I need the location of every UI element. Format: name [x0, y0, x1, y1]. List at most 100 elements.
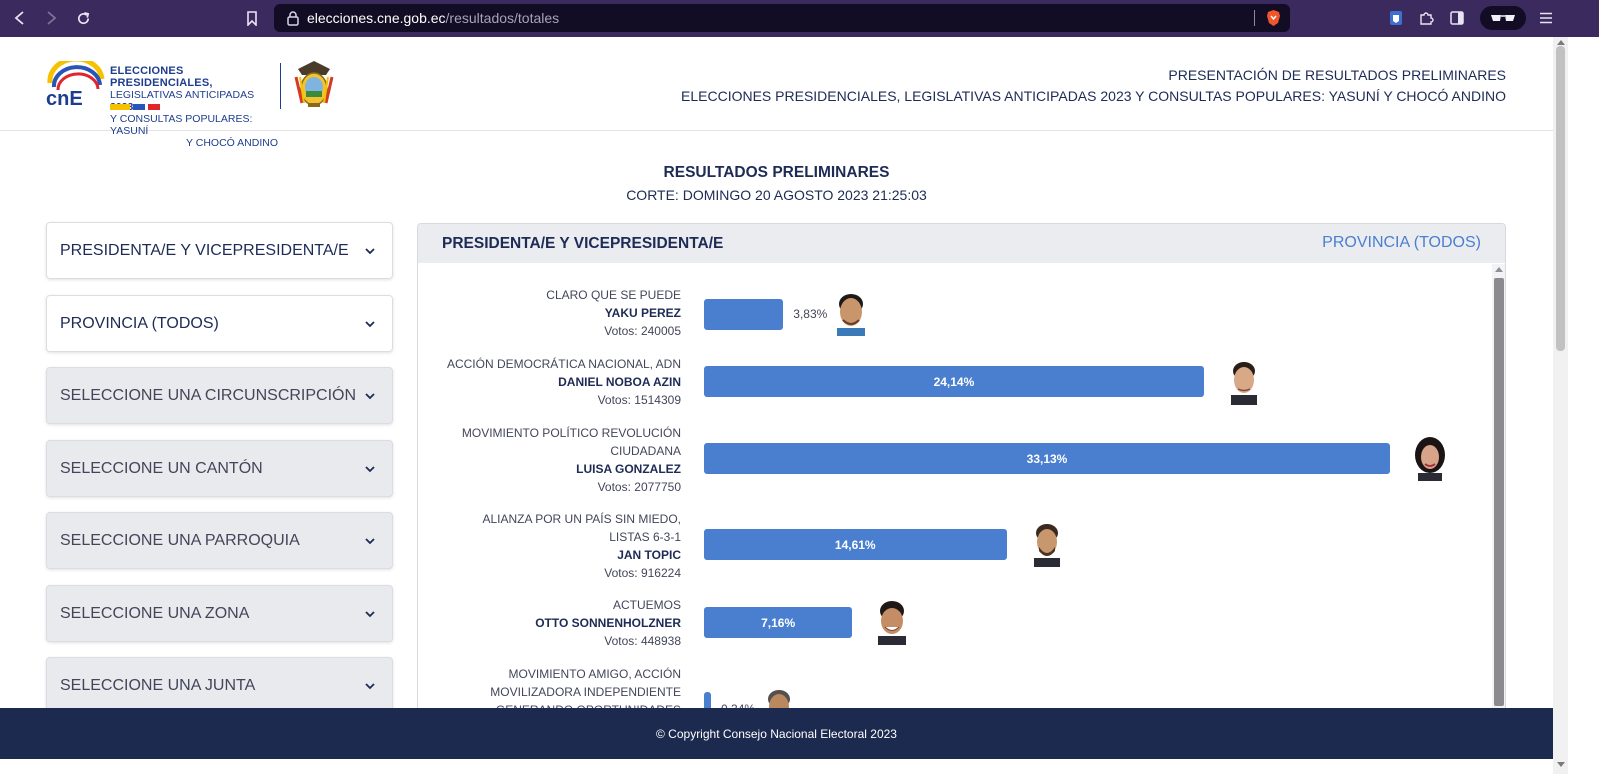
candidate-party: ACTUEMOS — [612, 598, 681, 612]
candidate-votes: Votos: 240005 — [604, 324, 681, 338]
sidebar-icon[interactable] — [1447, 8, 1467, 28]
results-panel-title: PRESIDENTA/E Y VICEPRESIDENTA/E — [442, 235, 724, 252]
lock-icon — [287, 11, 299, 26]
candidate-info: ACTUEMOS OTTO SONNENHOLZNER Votos: 44893… — [442, 596, 681, 650]
page-title: RESULTADOS PRELIMINARES — [663, 164, 890, 181]
result-bar[interactable]: 24,14% — [704, 366, 1204, 397]
candidate-party: ACCIÓN DEMOCRÁTICA NACIONAL, ADN — [446, 357, 681, 371]
logo-line2-text: LEGISLATIVAS ANTICIPADAS — [110, 89, 255, 101]
bar-percent: 33,13% — [1026, 451, 1068, 466]
puzzle-icon[interactable] — [1416, 8, 1436, 28]
url-domain: elecciones.cne.gob.ec — [307, 10, 446, 26]
svg-text:cnE: cnE — [46, 88, 83, 110]
candidate-party: MOVIMIENTO POLÍTICO REVOLUCIÓN CIUDADANA — [461, 426, 681, 458]
candidate-name: DANIEL NOBOA AZIN — [558, 375, 681, 389]
bar-percent: 14,61% — [834, 537, 876, 552]
site-header: cnE ELECCIONES PRESIDENCIALES, LEGISLATI… — [0, 37, 1553, 149]
logo-divider — [280, 63, 281, 109]
select-label: PROVINCIA (TODOS) — [60, 314, 219, 332]
site-footer: © Copyright Consejo Nacional Electoral 2… — [0, 708, 1553, 759]
bookmark-icon[interactable] — [241, 7, 263, 29]
candidate-photo — [837, 294, 866, 336]
brave-shield-icon[interactable] — [1265, 9, 1282, 27]
scroll-up-arrow-icon[interactable] — [1495, 267, 1503, 272]
select-label: SELECCIONE UNA ZONA — [60, 604, 250, 622]
select-label: SELECCIONE UNA CIRCUNSCRIPCIÓN — [60, 386, 357, 404]
address-bar[interactable]: elecciones.cne.gob.ec/resultados/totales — [274, 4, 1290, 32]
candidate-photo — [1033, 524, 1060, 567]
result-bar[interactable]: 33,13% — [704, 443, 1390, 474]
candidate-photo — [878, 601, 907, 645]
candidate-name: OTTO SONNENHOLZNER — [535, 616, 681, 630]
chevron-down-icon — [365, 321, 375, 328]
candidate-name: LUISA GONZALEZ — [576, 462, 681, 476]
candidate-name: JAN TOPIC — [617, 548, 681, 562]
logo-line3: Y CONSULTAS POPULARES: YASUNÍ — [110, 113, 253, 137]
cne-logo[interactable]: cnE — [44, 61, 106, 111]
panel-scroll-thumb[interactable] — [1494, 278, 1504, 706]
select-label: SELECCIONE UNA PARROQUIA — [60, 531, 300, 549]
results-panel-filter: PROVINCIA (TODOS) — [1322, 234, 1481, 251]
ecuador-coat-of-arms — [294, 61, 334, 107]
select-parroquia[interactable]: SELECCIONE UNA PARROQUIA — [46, 512, 393, 569]
chevron-down-icon — [365, 466, 375, 473]
candidate-votes: Votos: 2077750 — [597, 480, 681, 494]
page-scroll-down-icon[interactable] — [1557, 762, 1565, 767]
footer-copyright: © Copyright Consejo Nacional Electoral 2… — [656, 726, 897, 741]
select-label: SELECCIONE UN CANTÓN — [60, 459, 263, 477]
forward-icon[interactable] — [40, 7, 62, 29]
menu-icon[interactable] — [1536, 8, 1556, 28]
result-percent: 3,83% — [793, 307, 828, 321]
bottom-strip — [0, 759, 1553, 774]
url-text: elecciones.cne.gob.ec/resultados/totales — [307, 10, 559, 26]
logo-color-stripes — [110, 104, 160, 110]
url-path: /resultados/totales — [445, 10, 560, 26]
header-line2: ELECCIONES PRESIDENCIALES, LEGISLATIVAS … — [681, 88, 1506, 104]
chevron-down-icon — [365, 683, 375, 690]
candidate-photo — [1415, 437, 1445, 481]
reload-icon[interactable] — [72, 7, 94, 29]
select-circunscripcion[interactable]: SELECCIONE UNA CIRCUNSCRIPCIÓN — [46, 367, 393, 424]
candidate-info: MOVIMIENTO POLÍTICO REVOLUCIÓN CIUDADANA… — [442, 424, 681, 496]
select-zona[interactable]: SELECCIONE UNA ZONA — [46, 585, 393, 642]
header-subtitle: PRESENTACIÓN DE RESULTADOS PRELIMINARES … — [681, 65, 1506, 107]
select-label: PRESIDENTA/E Y VICEPRESIDENTA/E — [60, 241, 349, 259]
results-panel: PRESIDENTA/E Y VICEPRESIDENTA/E PROVINCI… — [417, 223, 1506, 713]
browser-toolbar: elecciones.cne.gob.ec/resultados/totales — [0, 0, 1599, 37]
header-line1: PRESENTACIÓN DE RESULTADOS PRELIMINARES — [1168, 67, 1506, 83]
page-scroll-thumb[interactable] — [1556, 46, 1565, 351]
candidate-info: ACCIÓN DEMOCRÁTICA NACIONAL, ADN DANIEL … — [442, 355, 681, 409]
candidate-party: CLARO QUE SE PUEDE — [546, 288, 681, 302]
result-bar[interactable]: 7,16% — [704, 607, 853, 638]
candidate-name: YAKU PEREZ — [604, 306, 681, 320]
chevron-down-icon — [365, 538, 375, 545]
candidate-info: ALIANZA POR UN PAÍS SIN MIEDO, LISTAS 6-… — [442, 510, 682, 582]
result-bar[interactable] — [704, 299, 784, 330]
cut-timestamp: CORTE: DOMINGO 20 AGOSTO 2023 21:25:03 — [626, 187, 927, 203]
back-icon[interactable] — [9, 7, 31, 29]
url-separator — [1254, 10, 1255, 26]
select-junta[interactable]: SELECCIONE UNA JUNTA — [46, 657, 393, 714]
select-dignidad[interactable]: PRESIDENTA/E Y VICEPRESIDENTA/E — [46, 222, 393, 279]
extension-wallet-icon[interactable] — [1386, 8, 1406, 28]
candidate-info: MOVIMIENTO AMIGO, ACCIÓN MOVILIZADORA IN… — [442, 665, 681, 712]
logo-line1: ELECCIONES PRESIDENCIALES, — [110, 65, 213, 89]
vpn-glasses-icon[interactable] — [1480, 6, 1526, 30]
candidate-votes: Votos: 448938 — [604, 634, 681, 648]
bar-percent: 24,14% — [933, 374, 975, 389]
candidate-info: CLARO QUE SE PUEDE YAKU PEREZ Votos: 240… — [442, 286, 681, 340]
candidate-photo — [1230, 362, 1257, 405]
page-scroll-up-icon[interactable] — [1557, 40, 1565, 45]
candidate-party: ALIANZA POR UN PAÍS SIN MIEDO, LISTAS 6-… — [482, 512, 682, 544]
results-panel-header: PRESIDENTA/E Y VICEPRESIDENTA/E PROVINCI… — [418, 224, 1505, 263]
logo-line4: Y CHOCÓ ANDINO — [186, 137, 278, 149]
result-bar[interactable]: 14,61% — [704, 529, 1007, 560]
select-canton[interactable]: SELECCIONE UN CANTÓN — [46, 440, 393, 497]
chevron-down-icon — [365, 611, 375, 618]
chevron-down-icon — [365, 248, 375, 255]
select-provincia[interactable]: PROVINCIA (TODOS) — [46, 295, 393, 352]
bar-percent: 7,16% — [761, 615, 796, 630]
candidate-votes: Votos: 916224 — [604, 566, 681, 580]
select-label: SELECCIONE UNA JUNTA — [60, 676, 256, 694]
candidate-party: MOVIMIENTO AMIGO, ACCIÓN MOVILIZADORA IN… — [490, 667, 681, 712]
